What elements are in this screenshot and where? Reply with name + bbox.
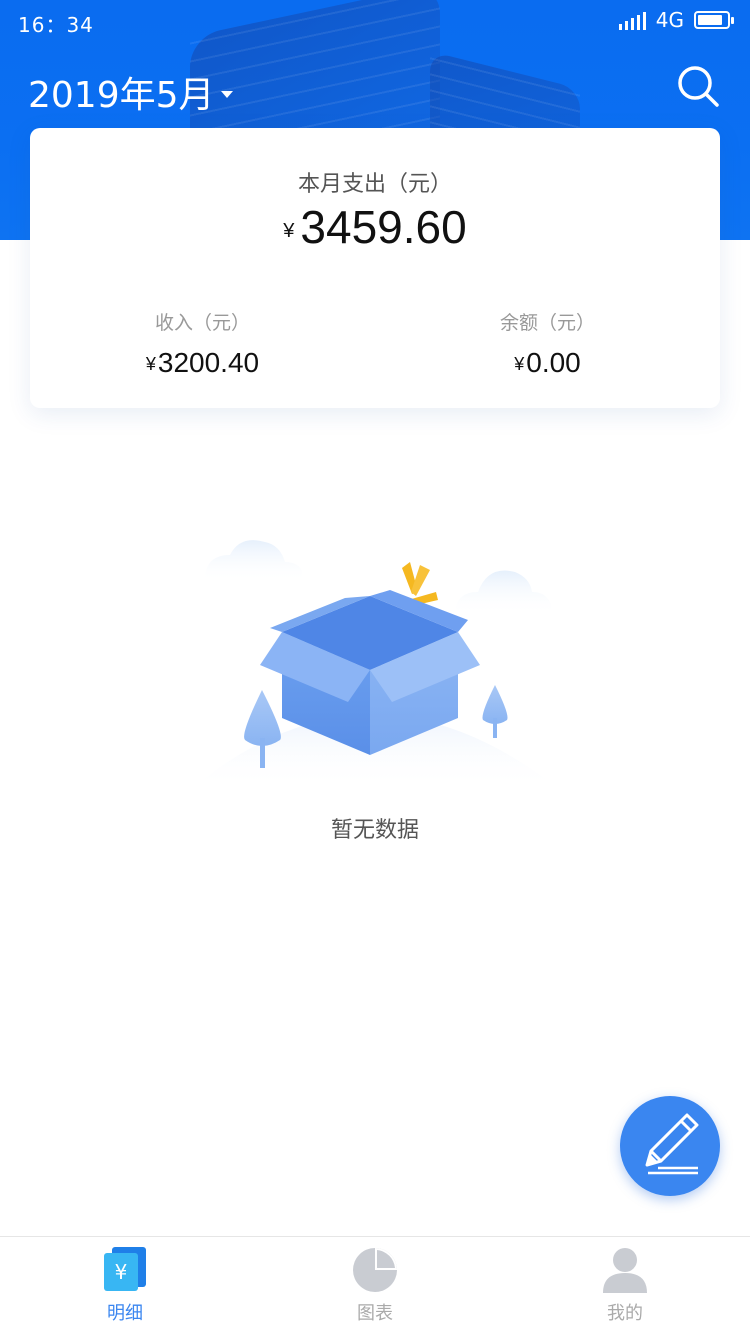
tab-label: 图表: [357, 1303, 393, 1324]
currency-symbol: ¥: [283, 220, 295, 242]
wallet-icon: ¥: [104, 1247, 146, 1291]
tab-label: 明细: [107, 1303, 143, 1324]
balance-label: 余额（元）: [499, 312, 595, 334]
income-label: 收入（元）: [154, 312, 250, 334]
currency-symbol: ¥: [514, 354, 525, 374]
tab-me[interactable]: 我的: [500, 1237, 750, 1334]
bottom-tab-bar: ¥ 明细 图表 我的: [0, 1236, 750, 1334]
tab-label: 我的: [607, 1303, 643, 1324]
empty-box-illustration: [180, 520, 570, 810]
search-icon: [678, 66, 719, 107]
pie-chart-icon: [353, 1248, 397, 1292]
status-indicators: 4G: [618, 8, 734, 32]
caret-down-icon: [220, 90, 233, 98]
expense-label: 本月支出（元）: [297, 172, 452, 197]
status-bar: 16：34 4G: [0, 0, 750, 40]
expense-amount: ¥3459.60: [30, 200, 720, 254]
income-amount: ¥3200.40: [30, 347, 375, 379]
month-picker[interactable]: 2019年5月: [28, 66, 233, 118]
status-time: 16：34: [18, 13, 94, 37]
network-type: 4G: [655, 8, 684, 32]
balance-column: 余额（元） ¥0.00: [375, 308, 720, 379]
empty-state-text: 暂无数据: [330, 818, 419, 843]
summary-card: 本月支出（元） ¥3459.60 收入（元） ¥3200.40 余额（元） ¥0…: [30, 128, 720, 408]
balance-value: 0.00: [526, 347, 581, 378]
signal-icon: [618, 10, 646, 30]
income-column: 收入（元） ¥3200.40: [30, 308, 375, 379]
month-label: 2019年5月: [28, 75, 215, 116]
add-record-button[interactable]: [620, 1096, 720, 1196]
balance-amount: ¥0.00: [375, 347, 720, 379]
battery-icon: [694, 11, 734, 29]
tab-details[interactable]: ¥ 明细: [0, 1237, 250, 1334]
income-value: 3200.40: [157, 347, 260, 378]
svg-text:¥: ¥: [115, 1260, 128, 1284]
search-button[interactable]: [674, 62, 722, 110]
tab-charts[interactable]: 图表: [250, 1237, 500, 1334]
pencil-icon: [645, 1113, 699, 1175]
currency-symbol: ¥: [145, 354, 156, 374]
user-icon: [603, 1248, 647, 1293]
expense-value: 3459.60: [300, 201, 467, 253]
